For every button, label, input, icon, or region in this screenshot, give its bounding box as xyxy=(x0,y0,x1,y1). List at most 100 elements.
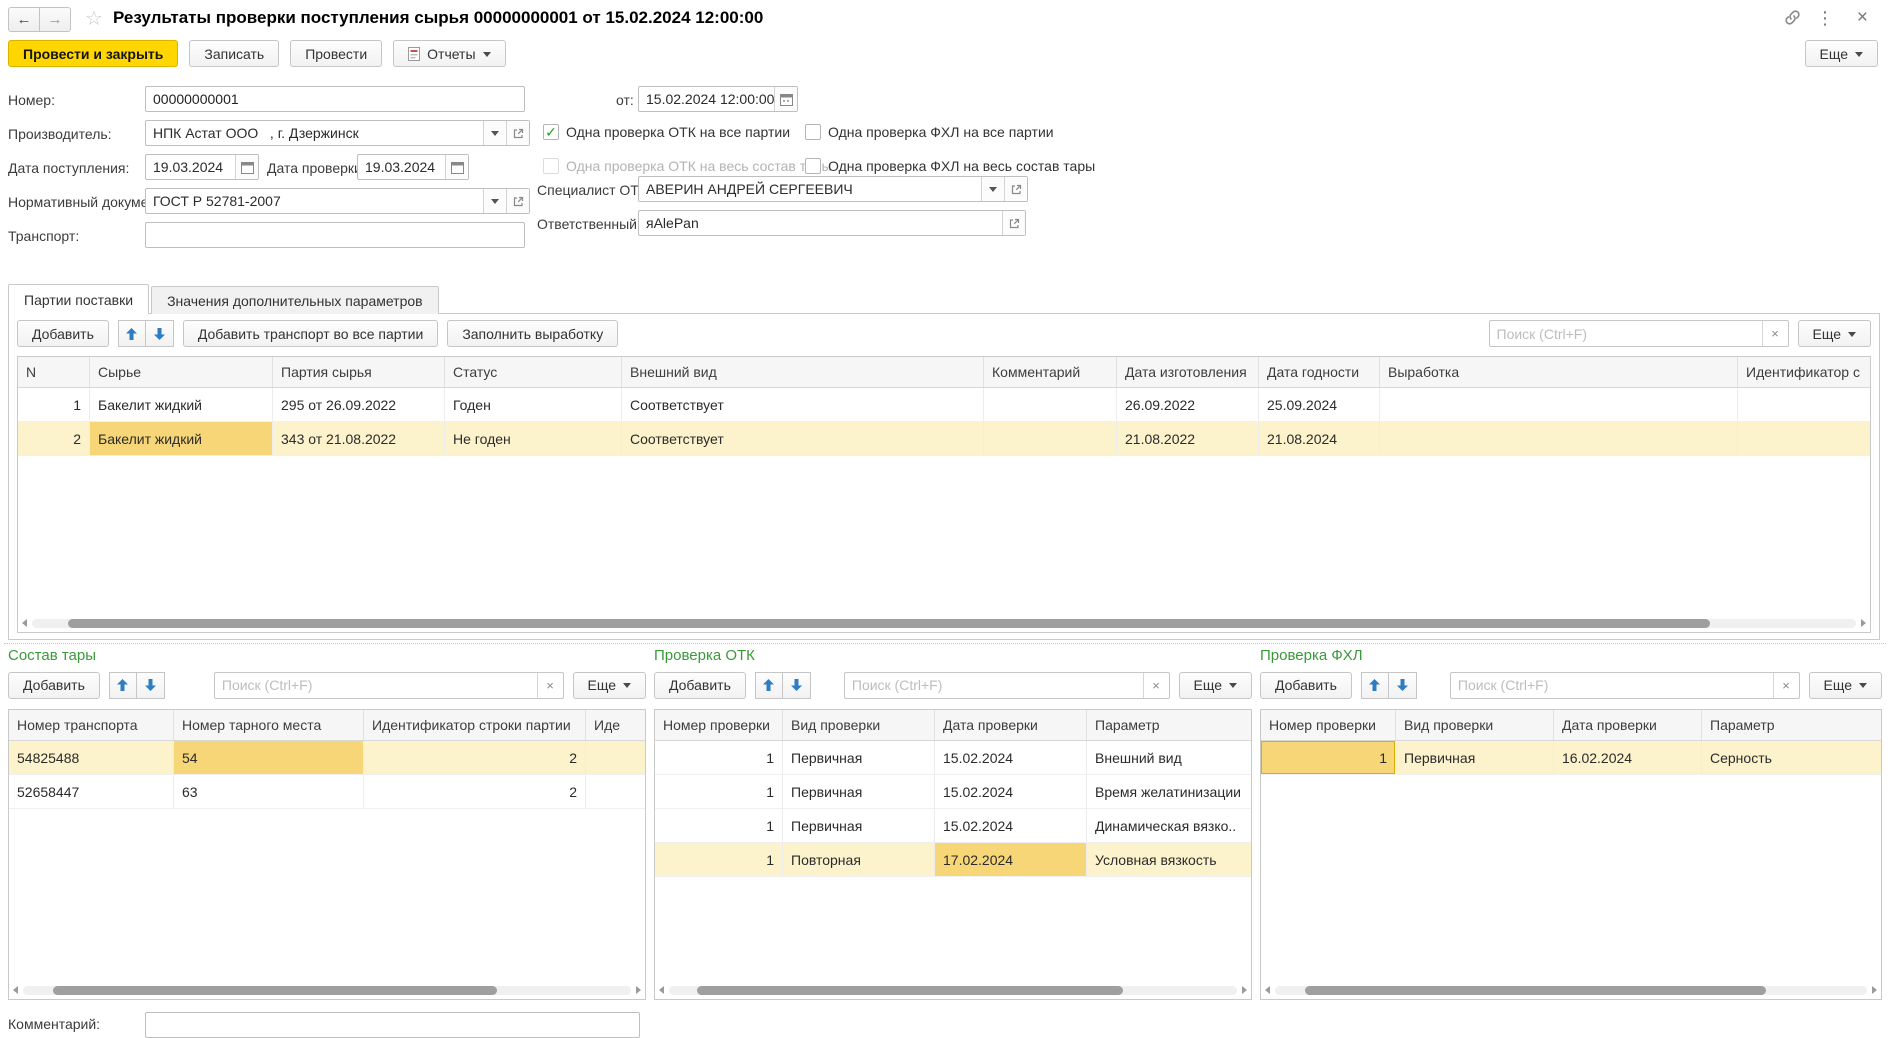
add-row-button[interactable]: Добавить xyxy=(654,672,746,699)
table-row-selected[interactable]: 2 Бакелит жидкий 343 от 21.08.2022 Не го… xyxy=(18,422,1870,456)
normative-doc-dropdown-button[interactable] xyxy=(483,189,506,213)
cell-identifier[interactable] xyxy=(586,741,645,774)
cell-check-kind[interactable]: Повторная xyxy=(783,843,935,876)
manufacturer-open-button[interactable] xyxy=(506,121,529,145)
table-row[interactable]: 1 Бакелит жидкий 295 от 26.09.2022 Годен… xyxy=(18,388,1870,422)
favorite-star-icon[interactable]: ☆ xyxy=(85,6,103,31)
column-header-output[interactable]: Выработка xyxy=(1380,357,1738,387)
add-row-button[interactable]: Добавить xyxy=(1260,672,1352,699)
column-header-identifier[interactable]: Иде xyxy=(586,710,645,740)
batches-more-button[interactable]: Еще xyxy=(1798,320,1872,347)
scroll-right-icon[interactable] xyxy=(636,986,641,994)
check-date-field[interactable]: 19.03.2024 xyxy=(357,154,469,180)
scroll-left-icon[interactable] xyxy=(659,986,664,994)
cell-check-number-active[interactable]: 1 xyxy=(1261,741,1396,774)
column-header-check-number[interactable]: Номер проверки xyxy=(655,710,783,740)
scroll-right-icon[interactable] xyxy=(1861,619,1866,627)
back-button[interactable]: ← xyxy=(8,7,40,32)
manufacturer-dropdown-button[interactable] xyxy=(483,121,506,145)
cell-parameter[interactable]: Серность xyxy=(1702,741,1881,774)
cell-check-kind[interactable]: Первичная xyxy=(783,809,935,842)
receipt-date-field[interactable]: 19.03.2024 xyxy=(145,154,259,180)
column-header-transport[interactable]: Номер транспорта xyxy=(9,710,174,740)
move-up-button[interactable] xyxy=(755,672,783,699)
cell-parameter[interactable]: Условная вязкость xyxy=(1087,843,1251,876)
tab-batches[interactable]: Партии поставки xyxy=(8,284,149,314)
column-header-check-date[interactable]: Дата проверки xyxy=(935,710,1087,740)
search-clear-button[interactable]: × xyxy=(1762,321,1788,346)
from-date-field[interactable]: 15.02.2024 12:00:00 xyxy=(638,86,798,112)
scroll-right-icon[interactable] xyxy=(1872,986,1877,994)
otk-specialist-dropdown-button[interactable] xyxy=(981,177,1004,201)
scroll-left-icon[interactable] xyxy=(13,986,18,994)
checkbox-fhl-all-batches[interactable]: Одна проверка ФХЛ на все партии xyxy=(805,124,1054,140)
post-and-close-button[interactable]: Провести и закрыть xyxy=(8,40,178,67)
column-header-check-kind[interactable]: Вид проверки xyxy=(783,710,935,740)
responsible-field[interactable]: яAlePan xyxy=(638,210,1026,236)
cell-output[interactable] xyxy=(1380,388,1738,421)
scrollbar-thumb[interactable] xyxy=(1305,986,1767,995)
cell-material-active[interactable]: Бакелит жидкий xyxy=(90,422,273,455)
column-header-comment[interactable]: Комментарий xyxy=(984,357,1117,387)
cell-parameter[interactable]: Внешний вид xyxy=(1087,741,1251,774)
cell-comment[interactable] xyxy=(984,422,1117,455)
scroll-right-icon[interactable] xyxy=(1242,986,1247,994)
scrollbar-track[interactable] xyxy=(1275,986,1867,995)
checkbox-otk-all-batches[interactable]: ✓ Одна проверка ОТК на все партии xyxy=(543,124,790,140)
close-icon[interactable]: × xyxy=(1857,9,1868,27)
column-header-batch-row-id[interactable]: Идентификатор строки партии xyxy=(364,710,586,740)
scroll-left-icon[interactable] xyxy=(1265,986,1270,994)
cell-check-number[interactable]: 1 xyxy=(655,741,783,774)
cell-check-number[interactable]: 1 xyxy=(655,809,783,842)
checkbox-fhl-all-tare[interactable]: Одна проверка ФХЛ на весь состав тары xyxy=(805,158,1095,174)
otk-specialist-field[interactable]: АВЕРИН АНДРЕЙ СЕРГЕЕВИЧ xyxy=(638,176,1028,202)
table-row-selected[interactable]: 54825488 54 2 xyxy=(9,741,645,775)
cell-batch[interactable]: 295 от 26.09.2022 xyxy=(273,388,445,421)
cell-batch[interactable]: 343 от 21.08.2022 xyxy=(273,422,445,455)
column-header-check-date[interactable]: Дата проверки xyxy=(1554,710,1702,740)
save-button[interactable]: Записать xyxy=(189,40,279,67)
cell-status[interactable]: Годен xyxy=(445,388,622,421)
cell-comment[interactable] xyxy=(984,388,1117,421)
cell-batch-row-id[interactable]: 2 xyxy=(364,741,586,774)
forward-button[interactable]: → xyxy=(40,7,71,32)
table-row-selected[interactable]: 1 Первичная 16.02.2024 Серность xyxy=(1261,741,1881,775)
add-row-button[interactable]: Добавить xyxy=(17,320,109,347)
column-header-check-number[interactable]: Номер проверки xyxy=(1261,710,1396,740)
table-row[interactable]: 1 Первичная 15.02.2024 Внешний вид xyxy=(655,741,1251,775)
comment-field[interactable] xyxy=(145,1012,640,1038)
search-clear-button[interactable]: × xyxy=(1143,673,1169,698)
move-down-button[interactable] xyxy=(783,672,811,699)
column-header-n[interactable]: N xyxy=(18,357,90,387)
cell-expiry-date[interactable]: 21.08.2024 xyxy=(1259,422,1380,455)
cell-identifier[interactable] xyxy=(586,775,645,808)
column-header-material[interactable]: Сырье xyxy=(90,357,273,387)
cell-made-date[interactable]: 26.09.2022 xyxy=(1117,388,1259,421)
form-more-button[interactable]: Еще xyxy=(1805,40,1879,67)
tab-extra-parameters[interactable]: Значения дополнительных параметров xyxy=(151,286,439,314)
search-input[interactable] xyxy=(1490,326,1762,342)
cell-appearance[interactable]: Соответствует xyxy=(622,422,984,455)
column-header-batch[interactable]: Партия сырья xyxy=(273,357,445,387)
cell-check-kind[interactable]: Первичная xyxy=(1396,741,1554,774)
cell-check-date[interactable]: 15.02.2024 xyxy=(935,775,1087,808)
normative-doc-field[interactable]: ГОСТ Р 52781-2007 xyxy=(145,188,530,214)
otk-specialist-open-button[interactable] xyxy=(1004,177,1027,201)
column-header-place[interactable]: Номер тарного места xyxy=(174,710,364,740)
scrollbar-thumb[interactable] xyxy=(697,986,1123,995)
column-header-made-date[interactable]: Дата изготовления xyxy=(1117,357,1259,387)
cell-made-date[interactable]: 21.08.2022 xyxy=(1117,422,1259,455)
cell-check-date-active[interactable]: 17.02.2024 xyxy=(935,843,1087,876)
scroll-left-icon[interactable] xyxy=(22,619,27,627)
cell-check-number[interactable]: 1 xyxy=(655,843,783,876)
column-header-status[interactable]: Статус xyxy=(445,357,622,387)
move-up-button[interactable] xyxy=(1361,672,1389,699)
cell-material[interactable]: Бакелит жидкий xyxy=(90,388,273,421)
cell-output[interactable] xyxy=(1380,422,1738,455)
number-field[interactable] xyxy=(145,86,525,112)
from-date-calendar-button[interactable] xyxy=(774,87,797,111)
cell-parameter[interactable]: Динамическая вязко.. xyxy=(1087,809,1251,842)
receipt-date-calendar-button[interactable] xyxy=(235,155,258,179)
cell-check-date[interactable]: 15.02.2024 xyxy=(935,741,1087,774)
scrollbar-track[interactable] xyxy=(32,619,1856,628)
